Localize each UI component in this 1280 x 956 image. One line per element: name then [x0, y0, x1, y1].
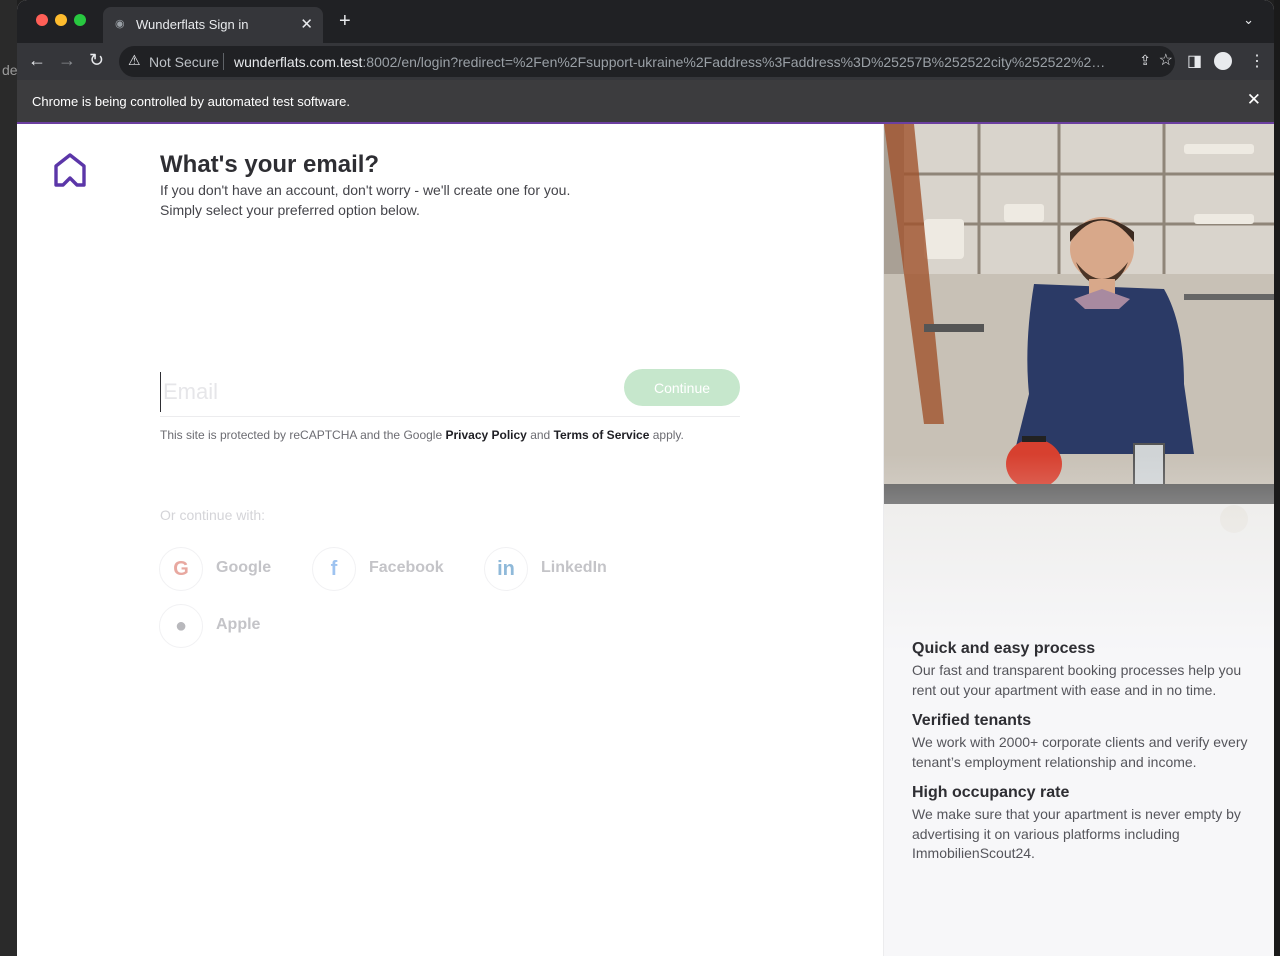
- feature-title: High occupancy rate: [912, 784, 1070, 801]
- url-host: wunderflats.com.test: [234, 54, 363, 70]
- profile-avatar-icon[interactable]: [1214, 52, 1232, 70]
- feature-title: Verified tenants: [912, 712, 1032, 729]
- feature-item: Quick and easy process Our fast and tran…: [912, 640, 1252, 700]
- browser-toolbar: ← → ↻ ⚠ Not Secure wunderflats.com.test:…: [17, 43, 1274, 80]
- continue-button[interactable]: Continue: [624, 369, 740, 406]
- close-window-button[interactable]: [36, 14, 48, 26]
- security-label[interactable]: Not Secure: [149, 54, 219, 70]
- forward-arrow-icon[interactable]: →: [58, 49, 76, 71]
- benefits-panel: Quick and easy process Our fast and tran…: [883, 124, 1274, 956]
- side-panel-icon[interactable]: ◨: [1187, 51, 1202, 71]
- title-bar: ◉ Wunderflats Sign in ✕ + ⌄: [17, 0, 1274, 43]
- tab-wunderflats-sign-in[interactable]: ◉ Wunderflats Sign in ✕: [103, 7, 323, 43]
- desktop-background-left: de: [0, 0, 18, 956]
- address-divider: [223, 53, 224, 70]
- minimize-window-button[interactable]: [55, 14, 67, 26]
- desktop-text-fragment: de: [2, 62, 18, 78]
- automation-infobar: Chrome is being controlled by automated …: [17, 80, 1274, 124]
- or-continue-label: Or continue with:: [160, 507, 266, 523]
- url-path: :8002/en/login?redirect=%2Fen%2Fsupport-…: [362, 54, 1110, 70]
- landlord-kitchen-photo: [884, 124, 1274, 654]
- bookmark-star-icon[interactable]: ☆: [1159, 50, 1173, 70]
- maximize-window-button[interactable]: [74, 14, 86, 26]
- email-input[interactable]: [160, 372, 605, 412]
- url-text[interactable]: wunderflats.com.test:8002/en/login?redir…: [234, 54, 1110, 70]
- infobar-close-icon[interactable]: ✕: [1247, 90, 1261, 110]
- chevron-down-icon[interactable]: ⌄: [1243, 12, 1254, 28]
- feature-title: Quick and easy process: [912, 640, 1096, 657]
- recaptcha-and: and: [526, 428, 554, 442]
- share-icon[interactable]: ⇪: [1139, 52, 1151, 69]
- feature-list: Quick and easy process Our fast and tran…: [912, 640, 1252, 876]
- more-menu-icon[interactable]: ⋮: [1249, 51, 1265, 71]
- page-subtitle: If you don't have an account, don't worr…: [160, 182, 571, 218]
- wunderflats-logo-icon[interactable]: [53, 152, 87, 190]
- browser-window: ◉ Wunderflats Sign in ✕ + ⌄ ← → ↻ ⚠ Not …: [17, 0, 1274, 956]
- new-tab-button[interactable]: +: [339, 11, 351, 31]
- feature-item: High occupancy rate We make sure that yo…: [912, 784, 1252, 864]
- linkedin-icon: in: [497, 558, 515, 580]
- linkedin-label: LinkedIn: [541, 559, 607, 576]
- page-title: What's your email?: [160, 151, 380, 178]
- automation-message: Chrome is being controlled by automated …: [32, 94, 350, 109]
- globe-icon: ◉: [115, 18, 125, 30]
- recaptcha-notice: This site is protected by reCAPTCHA and …: [160, 428, 684, 442]
- terms-of-service-link[interactable]: Terms of Service: [554, 428, 650, 442]
- apple-label: Apple: [216, 616, 261, 633]
- tab-close-icon[interactable]: ✕: [300, 15, 313, 33]
- feature-description: We work with 2000+ corporate clients and…: [912, 734, 1248, 770]
- recaptcha-prefix: This site is protected by reCAPTCHA and …: [160, 428, 446, 442]
- google-icon: G: [173, 558, 189, 580]
- photo-fade-overlay: [884, 454, 1274, 654]
- feature-description: We make sure that your apartment is neve…: [912, 806, 1241, 861]
- facebook-label: Facebook: [369, 559, 444, 576]
- facebook-icon: f: [330, 558, 338, 580]
- privacy-policy-link[interactable]: Privacy Policy: [445, 428, 526, 442]
- feature-description: Our fast and transparent booking process…: [912, 662, 1242, 698]
- google-label: Google: [216, 559, 272, 576]
- login-page: What's your email? If you don't have an …: [17, 124, 1274, 956]
- desktop-background-right: [1274, 0, 1280, 956]
- back-arrow-icon[interactable]: ←: [28, 49, 46, 71]
- address-bar[interactable]: ⚠ Not Secure wunderflats.com.test:8002/e…: [119, 46, 1175, 77]
- warning-icon[interactable]: ⚠: [128, 52, 141, 69]
- tab-title: Wunderflats Sign in: [136, 17, 249, 32]
- email-form: Continue: [160, 368, 740, 417]
- feature-item: Verified tenants We work with 2000+ corp…: [912, 712, 1252, 772]
- reload-icon[interactable]: ↻: [89, 49, 104, 71]
- apple-icon: ●: [174, 615, 188, 637]
- recaptcha-suffix: apply.: [649, 428, 684, 442]
